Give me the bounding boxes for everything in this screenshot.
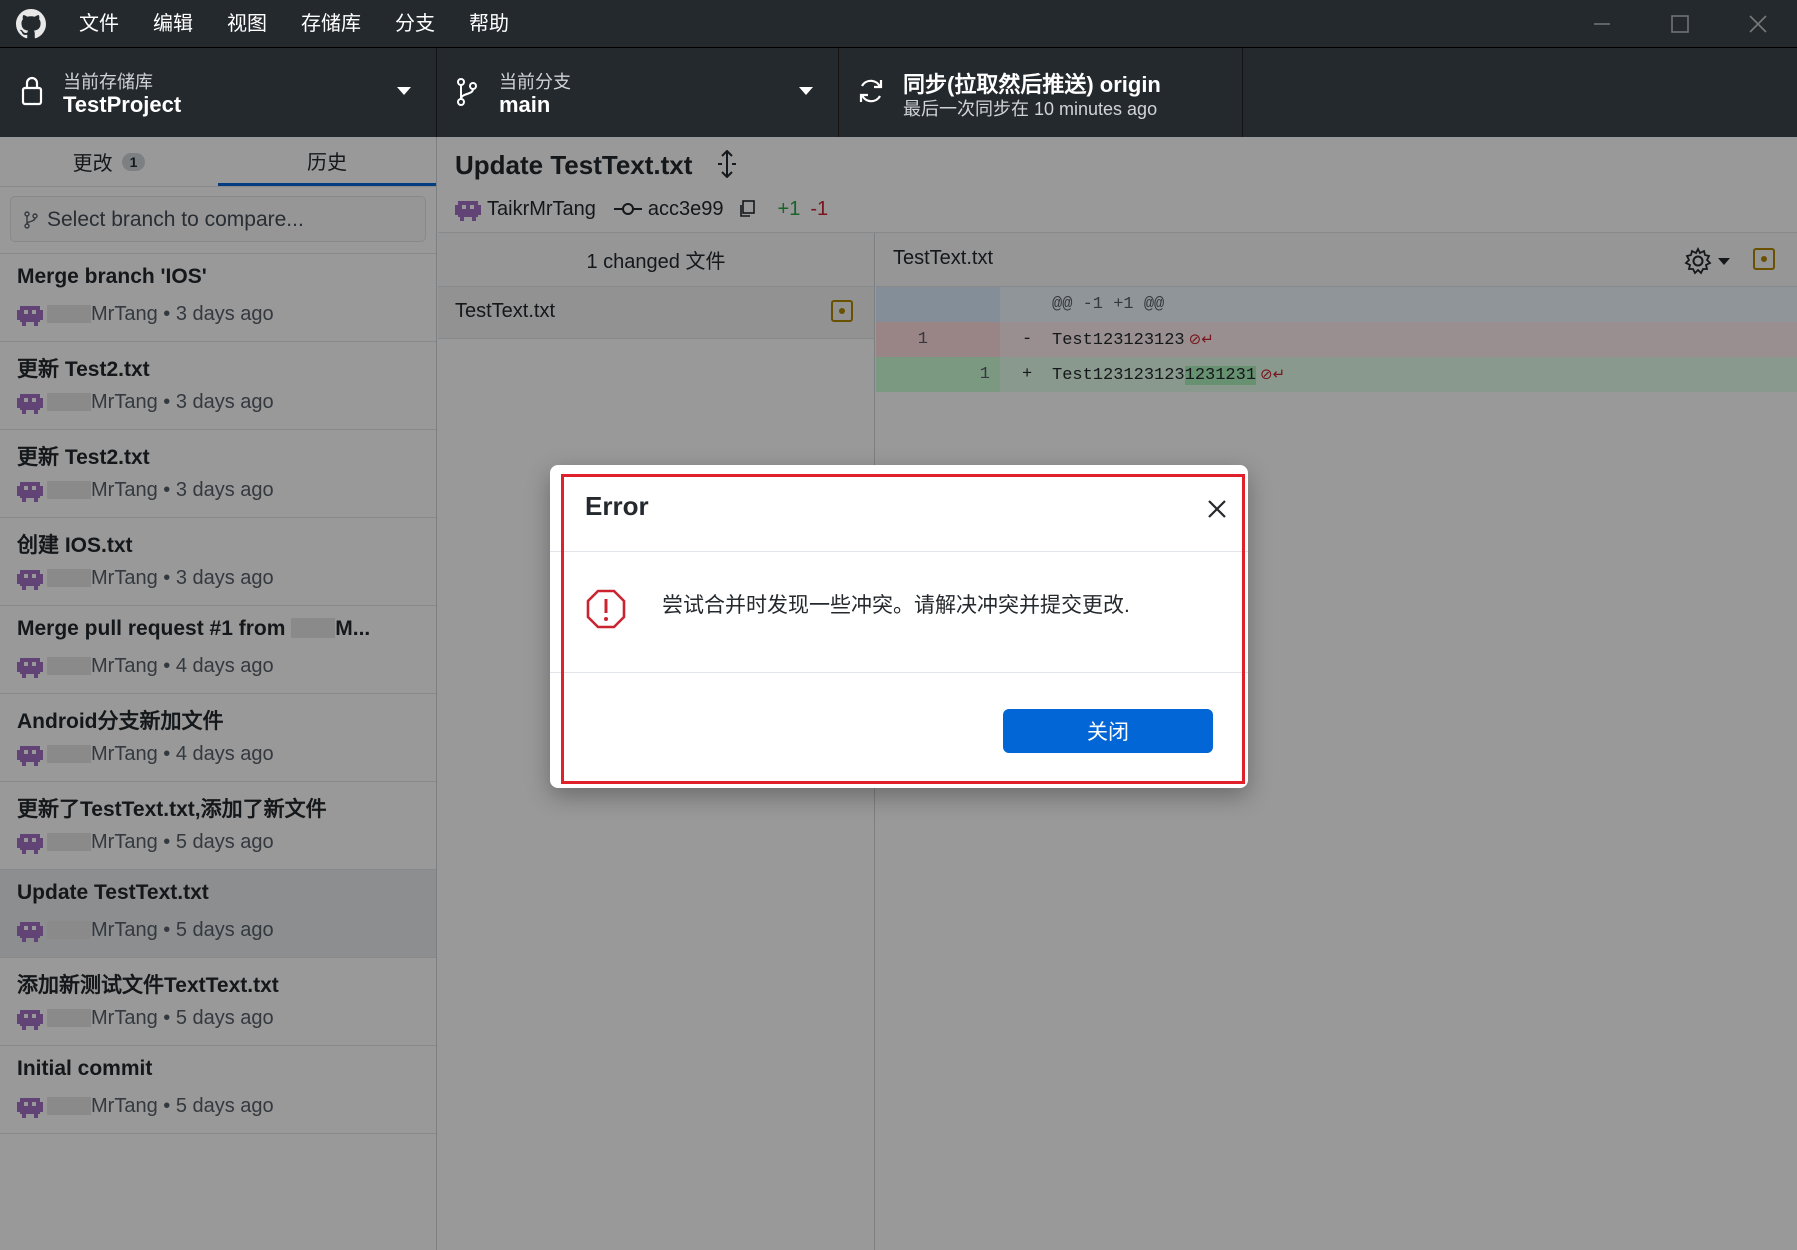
menu-edit[interactable]: 编辑 <box>136 0 210 48</box>
branch-icon <box>457 78 477 106</box>
close-icon <box>1749 15 1767 33</box>
menu-help[interactable]: 帮助 <box>452 0 526 48</box>
menu-branch[interactable]: 分支 <box>378 0 452 48</box>
minimize-icon <box>1594 23 1610 25</box>
maximize-button[interactable] <box>1645 0 1715 48</box>
toolbar: 当前存储库 TestProject 当前分支 main 同步(拉取然后推送) o… <box>0 48 1797 137</box>
close-dialog-button[interactable]: 关闭 <box>1003 709 1213 753</box>
sync-icon <box>859 79 883 103</box>
close-window-button[interactable] <box>1723 0 1793 48</box>
menu-view[interactable]: 视图 <box>210 0 284 48</box>
chevron-down-icon <box>397 87 411 95</box>
chevron-down-icon <box>799 87 813 95</box>
title-bar: 文件 编辑 视图 存储库 分支 帮助 <box>0 0 1797 48</box>
sync-subtitle: 最后一次同步在 10 minutes ago <box>903 99 1158 119</box>
repo-label: 当前存储库 <box>63 72 153 92</box>
error-dialog: Error 尝试合并时发现一些冲突。请解决冲突并提交更改. 关闭 <box>550 465 1248 788</box>
branch-label: 当前分支 <box>499 72 571 92</box>
divider <box>550 672 1248 673</box>
sync-origin-button[interactable]: 同步(拉取然后推送) origin 最后一次同步在 10 minutes ago <box>839 48 1243 137</box>
dialog-title: Error <box>585 491 649 521</box>
maximize-icon <box>1671 15 1689 33</box>
menu-repository[interactable]: 存储库 <box>284 0 378 48</box>
current-repository-selector[interactable]: 当前存储库 TestProject <box>0 48 437 137</box>
lock-icon <box>21 76 43 106</box>
minimize-button[interactable] <box>1567 0 1637 48</box>
dialog-message: 尝试合并时发现一些冲突。请解决冲突并提交更改. <box>662 594 1130 617</box>
repo-name: TestProject <box>63 92 182 117</box>
alert-icon <box>586 589 626 629</box>
branch-name: main <box>499 92 551 117</box>
menu-bar: 文件 编辑 视图 存储库 分支 帮助 <box>62 0 526 48</box>
current-branch-selector[interactable]: 当前分支 main <box>437 48 839 137</box>
github-logo-icon[interactable] <box>16 9 46 39</box>
menu-file[interactable]: 文件 <box>62 0 136 48</box>
close-icon[interactable] <box>1205 497 1229 521</box>
divider <box>550 551 1248 552</box>
